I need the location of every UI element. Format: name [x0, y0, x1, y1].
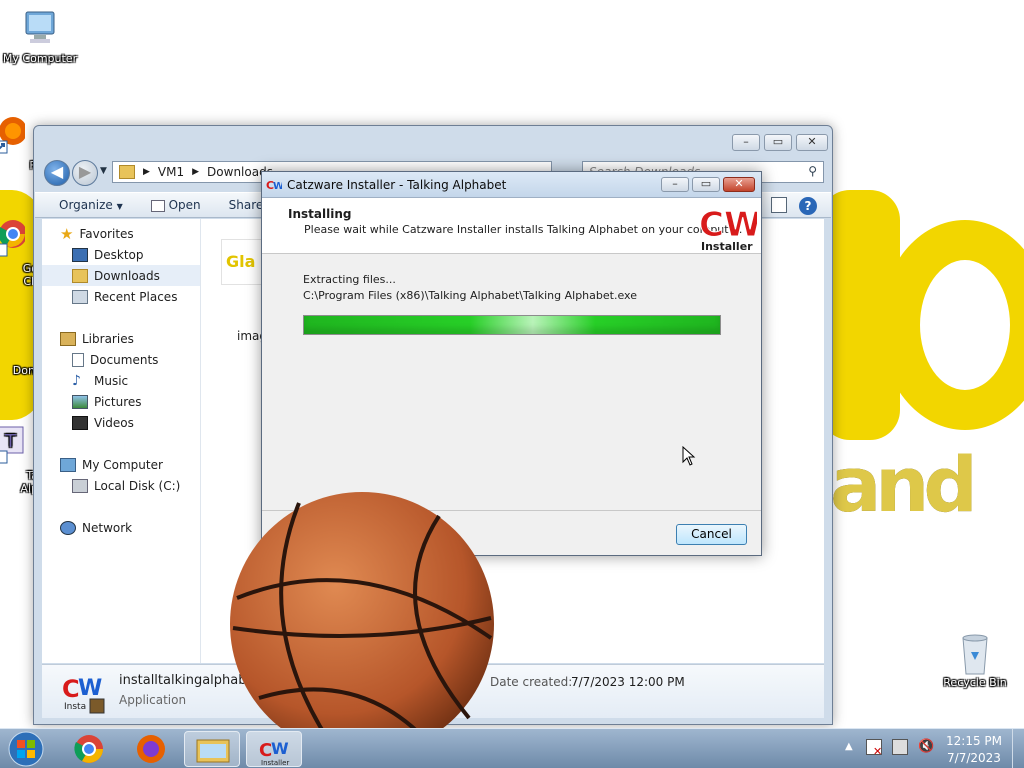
navigation-pane: ★ Favorites Desktop Downloads Recent Plac…: [42, 219, 200, 663]
show-desktop-button[interactable]: [1012, 729, 1024, 768]
svg-text:W: W: [271, 739, 289, 758]
nav-libraries[interactable]: Libraries: [60, 328, 200, 349]
svg-text:Installer: Installer: [261, 759, 289, 767]
logo-word: Installer: [701, 240, 753, 253]
mouse-cursor-icon: [682, 445, 696, 466]
computer-icon: [60, 457, 76, 472]
installer-heading: Installing: [288, 207, 352, 221]
open-button[interactable]: Open: [150, 198, 201, 212]
taskbar-installer[interactable]: C W Installer: [246, 731, 302, 767]
help-icon[interactable]: ?: [799, 197, 817, 215]
nav-local-disk[interactable]: Local Disk (C:): [60, 475, 200, 496]
organize-button[interactable]: Organize ▼: [59, 198, 123, 212]
desktop-icon: [72, 247, 88, 262]
clock-date[interactable]: 7/7/2023: [944, 751, 1004, 765]
share-button[interactable]: Share: [229, 198, 264, 212]
installer-minimize-button[interactable]: –: [661, 177, 689, 192]
svg-text:W: W: [78, 676, 102, 701]
svg-text:T: T: [4, 431, 17, 452]
start-button[interactable]: [4, 729, 48, 768]
nav-videos[interactable]: Videos: [60, 412, 200, 433]
nav-desktop[interactable]: Desktop: [60, 244, 200, 265]
documents-icon: [72, 352, 84, 367]
taskbar-chrome[interactable]: [61, 731, 117, 767]
installer-progress-bar: [303, 315, 721, 335]
clock-time[interactable]: 12:15 PM: [944, 734, 1004, 748]
minimize-button[interactable]: –: [732, 134, 760, 151]
network-status-icon[interactable]: [892, 739, 908, 755]
taskbar-firefox[interactable]: [123, 731, 179, 767]
music-icon: ♪: [72, 372, 81, 389]
libraries-icon: [60, 331, 76, 346]
svg-text:CW: CW: [699, 205, 757, 245]
taskbar-explorer[interactable]: [184, 731, 240, 767]
cw-app-icon: CW: [266, 177, 284, 193]
basketball-image: [229, 488, 495, 760]
downloads-folder-icon: [72, 268, 88, 283]
installer-status: Extracting files...: [303, 273, 396, 286]
back-button[interactable]: ◀: [44, 160, 70, 186]
desktop-icon-label: Recycle Bin: [943, 676, 1007, 689]
nav-recent-places[interactable]: Recent Places: [60, 286, 200, 307]
details-date-value: 7/7/2023 12:00 PM: [571, 675, 685, 689]
forward-button[interactable]: ▶: [72, 160, 98, 186]
installer-close-button[interactable]: ✕: [723, 177, 755, 192]
shortcut-icon: [0, 320, 25, 360]
disk-icon: [72, 478, 88, 493]
star-icon: ★: [60, 224, 74, 243]
breadcrumb-vm1[interactable]: VM1: [158, 165, 184, 179]
details-date-label: Date created:: [490, 675, 573, 689]
open-icon: [150, 199, 165, 212]
installer-maximize-button[interactable]: ▭: [692, 177, 720, 192]
folder-icon: [119, 165, 135, 179]
chrome-icon: [0, 218, 27, 258]
pictures-icon: [72, 394, 88, 409]
desktop-icon-recycle-bin[interactable]: Recycle Bin: [935, 632, 1015, 689]
taskbar: C W Installer ▲ ✕ 🔇 12:15 PM 7/7/2023: [0, 728, 1024, 768]
computer-icon: [18, 8, 62, 48]
chevron-right-icon: ▶: [143, 167, 150, 177]
search-icon[interactable]: ⚲: [808, 164, 817, 178]
thumbnail-text: Gla: [226, 252, 256, 271]
nav-network[interactable]: Network: [60, 517, 200, 538]
network-icon: [60, 520, 76, 535]
close-button[interactable]: ✕: [796, 134, 828, 151]
view-options-icon[interactable]: [771, 197, 787, 213]
recent-places-icon: [72, 289, 88, 304]
nav-favorites[interactable]: ★ Favorites: [60, 223, 200, 244]
recent-pages-dropdown-icon[interactable]: ▼: [100, 166, 107, 176]
chevron-right-icon: ▶: [192, 167, 200, 177]
firefox-icon: [0, 115, 27, 155]
nav-music[interactable]: ♪ Music: [60, 370, 200, 391]
installer-header: Installing Please wait while Catzware In…: [262, 198, 762, 254]
nav-pictures[interactable]: Pictures: [60, 391, 200, 412]
svg-text:Insta: Insta: [64, 702, 86, 712]
nav-downloads[interactable]: Downloads: [42, 265, 200, 286]
installer-progress-fill: [304, 316, 720, 334]
svg-text:W: W: [273, 181, 282, 192]
cw-installer-logo: CW Installer: [699, 198, 762, 254]
show-hidden-icons[interactable]: ▲: [845, 741, 853, 752]
app-icon: T: [0, 425, 25, 465]
installer-subheading: Please wait while Catzware Installer ins…: [304, 223, 743, 236]
action-center-icon[interactable]: ✕: [866, 739, 882, 758]
desktop-icon-label: My Computer: [2, 52, 78, 65]
videos-icon: [72, 415, 88, 430]
nav-documents[interactable]: Documents: [60, 349, 200, 370]
recycle-bin-icon: [953, 632, 997, 675]
installer-path: C:\Program Files (x86)\Talking Alphabet\…: [303, 289, 637, 302]
installer-title: Catzware Installer - Talking Alphabet: [287, 178, 507, 192]
cancel-button[interactable]: Cancel: [676, 524, 747, 545]
svg-text:C: C: [62, 675, 80, 703]
maximize-button[interactable]: ▭: [764, 134, 792, 151]
details-type: Application: [119, 693, 187, 707]
volume-muted-icon[interactable]: 🔇: [918, 739, 934, 755]
desktop-icon-my-computer[interactable]: My Computer: [0, 8, 80, 65]
nav-my-computer[interactable]: My Computer: [60, 454, 200, 475]
installer-titlebar[interactable]: CW Catzware Installer - Talking Alphabet…: [262, 172, 761, 198]
cw-installer-file-icon: C W Insta: [60, 671, 106, 715]
